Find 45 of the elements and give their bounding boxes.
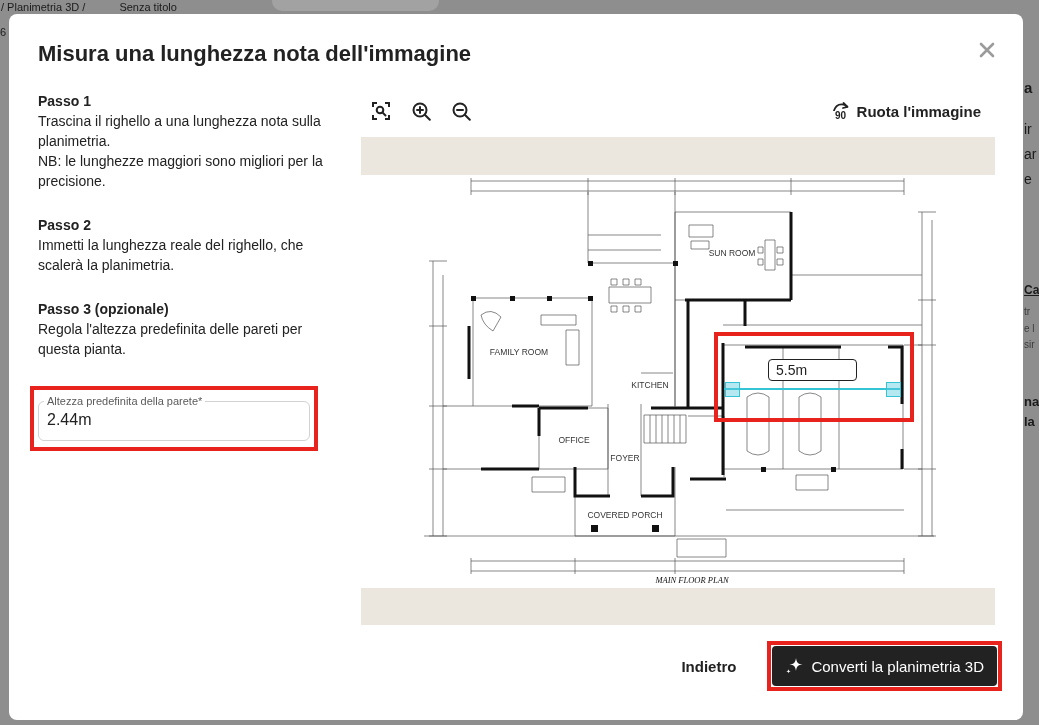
field-label: Altezza predefinita della parete* xyxy=(46,394,204,408)
room-label: KITCHEN xyxy=(631,379,669,390)
cut-off-text: e xyxy=(1024,170,1032,189)
cut-off-text: sir xyxy=(1024,338,1035,352)
cut-off-text: 6 xyxy=(0,26,8,38)
field-value: 2.44m xyxy=(47,410,93,430)
zoom-in-icon xyxy=(411,101,431,121)
close-icon xyxy=(979,42,995,58)
room-label: COVERED PORCH xyxy=(587,509,663,520)
cut-off-text: la xyxy=(1024,412,1035,431)
close-button[interactable] xyxy=(979,42,995,58)
ruler-handle[interactable] xyxy=(886,381,901,397)
plan-caption: MAIN FLOOR PLAN xyxy=(655,574,729,585)
step-text: Regola l'altezza predefinita delle pareti per questa pianta. xyxy=(38,320,304,359)
room-label: FOYER xyxy=(610,452,640,463)
convert-button[interactable]: Converti la planimetria 3D xyxy=(772,646,997,686)
rotate-image-button[interactable]: 90 Ruota l'immagine xyxy=(831,91,995,131)
breadcrumb[interactable]: / Planimetria 3D / xyxy=(1,0,86,14)
step-heading: Passo 2 xyxy=(38,216,92,235)
room-label: SUN ROOM xyxy=(708,247,756,258)
zoom-fit-icon xyxy=(371,101,391,121)
cut-off-text: e l xyxy=(1024,321,1035,336)
zoom-out-icon xyxy=(451,101,471,121)
room-label: FAMILY ROOM xyxy=(489,346,549,357)
ruler-length-field[interactable]: 5.5m xyxy=(768,358,857,381)
sparkle-icon xyxy=(785,657,804,675)
step-text: Trascina il righello a una lunghezza nota sulla planimetria. xyxy=(38,112,322,151)
step-text: Immetti la lunghezza reale del righello, che scalerà la planimetria. xyxy=(38,236,305,275)
cut-off-text: tr xyxy=(1024,305,1031,319)
document-title: Senza titolo xyxy=(119,0,177,14)
cut-off-text: ar xyxy=(1024,145,1037,164)
step-heading: Passo 1 xyxy=(38,92,92,111)
step-heading: Passo 3 (opzionale) xyxy=(38,300,170,319)
cut-off-text: ir xyxy=(1024,120,1032,139)
ruler-handle[interactable] xyxy=(725,381,740,397)
dialog-title: Misura una lunghezza nota dell'immagine xyxy=(38,40,472,68)
wall-height-field[interactable]: Altezza predefinita della parete* 2.44m xyxy=(38,394,310,441)
step-text: NB: le lunghezze maggiori sono migliori per la precisione. xyxy=(38,152,324,191)
cut-off-text: Ca xyxy=(1024,282,1039,299)
back-button[interactable]: Indietro xyxy=(665,646,753,686)
rotation-degrees: 90 xyxy=(835,110,847,121)
cut-off-text: na xyxy=(1024,392,1039,411)
cut-off-text: a xyxy=(1024,78,1033,98)
room-label: OFFICE xyxy=(558,434,590,445)
rotate-arrow-icon xyxy=(831,101,850,111)
